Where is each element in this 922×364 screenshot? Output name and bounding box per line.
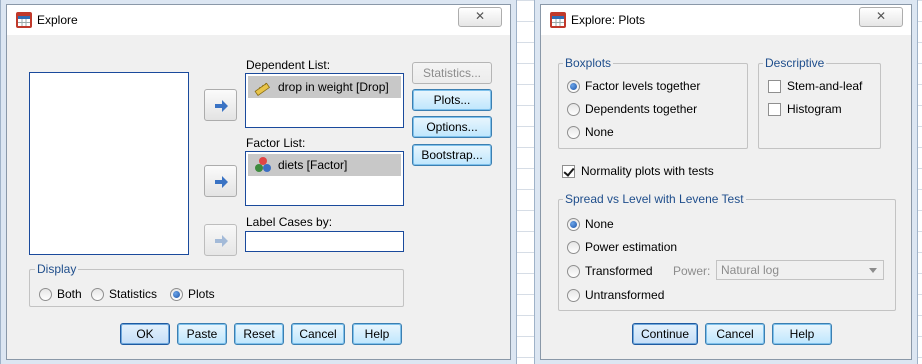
close-icon: ✕ (474, 9, 486, 23)
checkbox-icon (768, 80, 781, 93)
display-statistics-label: Statistics (109, 287, 158, 301)
label-cases-label: Label Cases by: (246, 215, 333, 229)
spss-app-icon (16, 12, 32, 28)
chevron-down-icon (869, 268, 877, 273)
dependent-list-label: Dependent List: (246, 58, 331, 72)
spread-power-estimation-label: Power estimation (585, 240, 678, 254)
cancel-button[interactable]: Cancel (291, 323, 345, 345)
power-label: Power: (673, 264, 711, 278)
display-both-radio[interactable]: Both (39, 287, 82, 301)
variable-list[interactable] (29, 72, 189, 255)
spread-power-estimation-radio[interactable]: Power estimation (567, 240, 677, 254)
reset-button[interactable]: Reset (234, 323, 284, 345)
factor-list-label: Factor List: (246, 136, 306, 150)
label-cases-field[interactable] (245, 231, 404, 252)
close-button[interactable]: ✕ (859, 7, 903, 27)
plots-title: Explore: Plots (571, 13, 646, 27)
descriptive-legend: Descriptive (763, 56, 827, 70)
spread-transformed-label: Transformed (585, 264, 653, 278)
boxplot-factor-levels-label: Factor levels together (585, 79, 701, 93)
normality-checkbox[interactable]: Normality plots with tests (562, 164, 714, 178)
continue-button[interactable]: Continue (632, 323, 698, 345)
power-select-value: Natural log (721, 263, 780, 277)
close-button[interactable]: ✕ (458, 7, 502, 27)
explore-plots-dialog: Explore: Plots ✕ Boxplots Factor levels … (540, 4, 912, 360)
radio-icon (567, 126, 580, 139)
radio-selected-icon (170, 288, 183, 301)
histogram-checkbox[interactable]: Histogram (768, 102, 842, 116)
explore-title: Explore (37, 13, 78, 27)
boxplot-none-radio[interactable]: None (567, 125, 614, 139)
display-statistics-radio[interactable]: Statistics (91, 287, 157, 301)
help-button[interactable]: Help (772, 323, 832, 345)
spread-none-radio[interactable]: None (567, 217, 614, 231)
arrow-right-icon (215, 100, 228, 112)
dependent-list[interactable]: drop in weight [Drop] (245, 73, 404, 128)
explore-dialog: Explore ✕ Dependent List: drop in weight… (6, 4, 511, 360)
spss-app-icon (550, 12, 566, 28)
radio-selected-icon (567, 80, 580, 93)
ruler-pencil-icon (254, 82, 271, 96)
plots-button[interactable]: Plots... (412, 89, 492, 111)
checkbox-checked-icon (562, 165, 575, 178)
radio-icon (567, 103, 580, 116)
ok-button[interactable]: OK (120, 323, 170, 345)
boxplot-none-label: None (585, 125, 614, 139)
spread-untransformed-radio[interactable]: Untransformed (567, 288, 664, 302)
options-button[interactable]: Options... (412, 116, 492, 138)
radio-icon (39, 288, 52, 301)
help-button[interactable]: Help (352, 323, 402, 345)
bootstrap-button[interactable]: Bootstrap... (412, 144, 492, 166)
move-to-label-button[interactable] (204, 224, 237, 256)
stem-and-leaf-checkbox[interactable]: Stem-and-leaf (768, 79, 862, 93)
arrow-right-icon (215, 235, 228, 247)
boxplot-factor-levels-radio[interactable]: Factor levels together (567, 79, 700, 93)
boxplot-dependents-radio[interactable]: Dependents together (567, 102, 697, 116)
move-to-dependent-button[interactable] (204, 89, 237, 121)
radio-icon (91, 288, 104, 301)
paste-button[interactable]: Paste (177, 323, 227, 345)
spread-untransformed-label: Untransformed (585, 288, 665, 302)
radio-icon (567, 241, 580, 254)
radio-icon (567, 265, 580, 278)
factor-variable-item[interactable]: diets [Factor] (248, 154, 401, 176)
plots-titlebar[interactable]: Explore: Plots ✕ (541, 5, 911, 35)
radio-selected-icon (567, 218, 580, 231)
display-plots-label: Plots (188, 287, 215, 301)
nominal-variable-icon (255, 157, 271, 172)
statistics-button[interactable]: Statistics... (412, 62, 492, 84)
move-to-factor-button[interactable] (204, 165, 237, 197)
radio-icon (567, 289, 580, 302)
display-legend: Display (35, 262, 79, 276)
explore-titlebar[interactable]: Explore ✕ (7, 5, 510, 35)
display-plots-radio[interactable]: Plots (170, 287, 215, 301)
factor-list[interactable]: diets [Factor] (245, 151, 404, 206)
dependent-variable-label: drop in weight [Drop] (278, 80, 389, 94)
arrow-right-icon (215, 176, 228, 188)
factor-variable-label: diets [Factor] (278, 158, 348, 172)
dependent-variable-item[interactable]: drop in weight [Drop] (248, 76, 401, 98)
boxplots-legend: Boxplots (563, 56, 614, 70)
spread-legend: Spread vs Level with Levene Test (563, 192, 746, 206)
close-icon: ✕ (875, 9, 887, 23)
histogram-label: Histogram (787, 102, 842, 116)
spread-none-label: None (585, 217, 614, 231)
stem-and-leaf-label: Stem-and-leaf (787, 79, 863, 93)
display-group (29, 269, 404, 307)
power-select[interactable]: Natural log (716, 260, 884, 280)
cancel-button[interactable]: Cancel (705, 323, 765, 345)
boxplot-dependents-label: Dependents together (585, 102, 698, 116)
spread-transformed-radio[interactable]: Transformed (567, 264, 653, 278)
checkbox-icon (768, 103, 781, 116)
normality-label: Normality plots with tests (581, 164, 714, 178)
display-both-label: Both (57, 287, 82, 301)
